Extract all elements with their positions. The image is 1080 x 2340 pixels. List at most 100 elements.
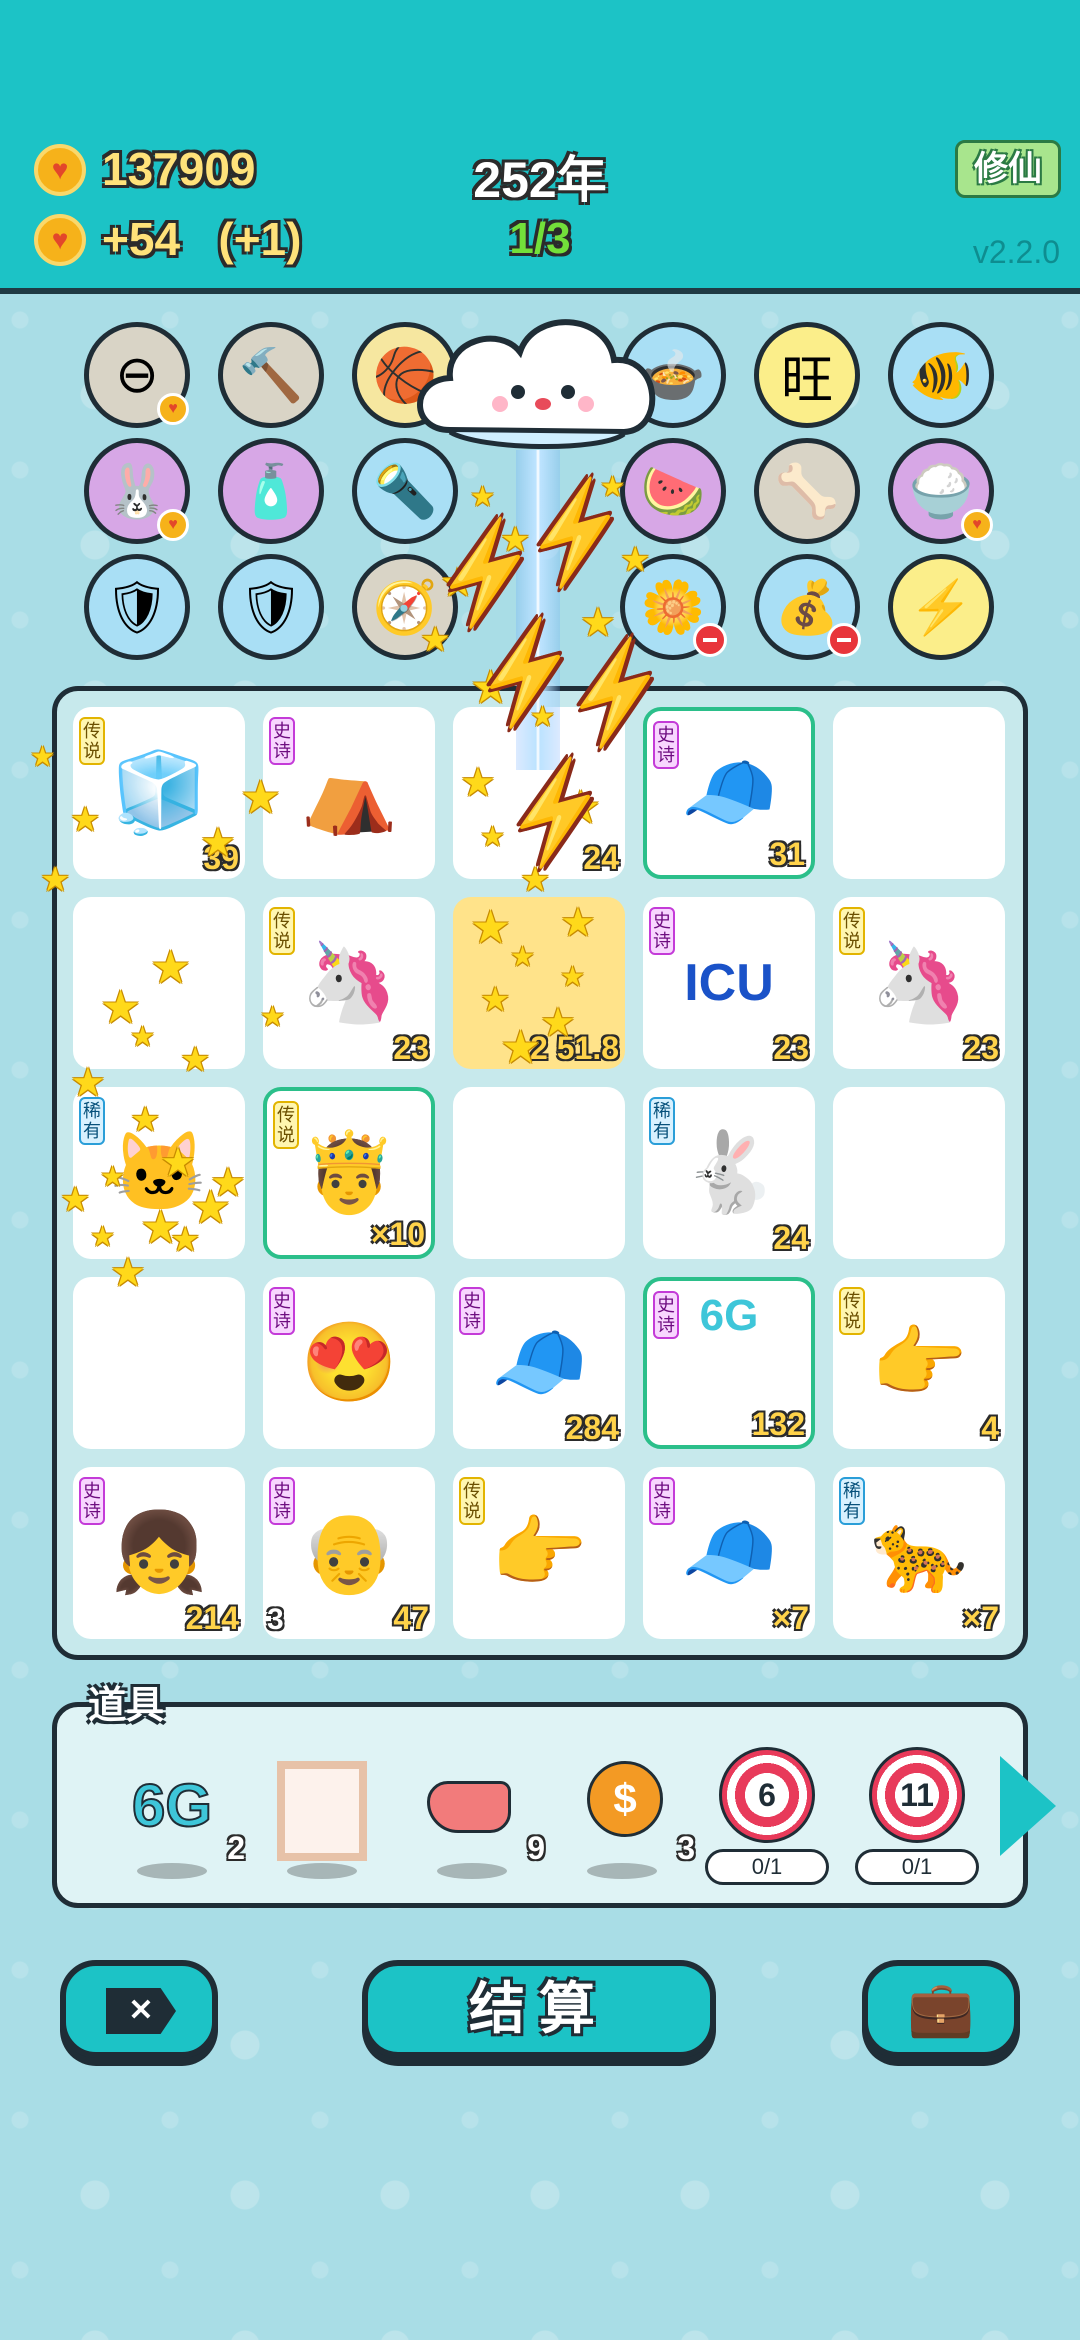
star-particle: ★ <box>150 941 192 993</box>
bag-button[interactable]: 💼 <box>862 1960 1020 2058</box>
rabbit-tent-card[interactable]: ⛺ 史诗 <box>263 707 435 879</box>
minus-icon[interactable]: ⊖ ♥ <box>84 322 190 428</box>
rarity-tag: 史诗 <box>79 1477 105 1525</box>
star-particle: ★ <box>260 1001 286 1032</box>
empty-card[interactable] <box>73 1277 245 1449</box>
star-particle: ★ <box>180 1041 211 1079</box>
star-particle: ★ <box>100 1161 126 1192</box>
heart-badge-icon: ♥ <box>157 393 189 425</box>
cultivate-button[interactable]: 修仙 <box>955 140 1061 198</box>
target-6-prop[interactable]: 6 0/1 <box>705 1747 829 1885</box>
grandpa-card[interactable]: 👴 史诗 47 3 <box>263 1467 435 1639</box>
version-label: v2.2.0 <box>972 234 1060 270</box>
close-button[interactable]: ✕ <box>60 1960 218 2058</box>
fishbowl-icon[interactable]: 🐠 <box>888 322 994 428</box>
close-icon: ✕ <box>106 1988 176 2034</box>
pointing-hand-card[interactable]: 👉 传说 4 <box>833 1277 1005 1449</box>
hammer-icon[interactable]: 🔨 <box>218 322 324 428</box>
prop-shadow <box>137 1863 207 1879</box>
minus-badge-icon <box>827 623 861 657</box>
rabbit-icon[interactable]: 🐰 ♥ <box>84 438 190 544</box>
briefcase-icon: 💼 <box>907 1979 975 2039</box>
star-particle: ★ <box>510 941 536 972</box>
dog-bowl-icon[interactable]: 🦴 <box>754 438 860 544</box>
rarity-tag: 史诗 <box>459 1287 485 1335</box>
star-particle: ★ <box>470 481 496 512</box>
star-particle: ★ <box>130 1101 161 1139</box>
minus-icon-glyph: ⊖ <box>115 346 159 404</box>
frame-prop[interactable] <box>267 1761 377 1881</box>
coin-prop[interactable]: $ 3 <box>567 1761 695 1881</box>
lightning-icon[interactable]: ⚡ <box>888 554 994 660</box>
header-bar: 137909 +54 (+1) 252年 1/3 修仙 v2.2.0 <box>0 0 1080 294</box>
wang-icon[interactable]: 旺 <box>754 322 860 428</box>
unicorn-card[interactable]: 🦄 传说 23 <box>263 897 435 1069</box>
fishbowl-icon-glyph: 🐠 <box>908 346 974 405</box>
empty-card[interactable] <box>453 1087 625 1259</box>
love-face-card[interactable]: 😍 史诗 <box>263 1277 435 1449</box>
card-count: 214 <box>185 1600 239 1636</box>
card-count: 23 <box>963 1030 999 1066</box>
girl-card[interactable]: 👧 史诗 214 <box>73 1467 245 1639</box>
rarity-tag: 传说 <box>273 1101 299 1149</box>
unicorn-card[interactable]: 🦄 传说 23 <box>833 897 1005 1069</box>
rarity-tag: 传说 <box>839 907 865 955</box>
6g-tower-card[interactable]: 6G 史诗 132 <box>643 1277 815 1449</box>
star-particle: ★ <box>200 821 236 865</box>
rarity-tag: 史诗 <box>653 1291 679 1339</box>
prop-quantity: 2 <box>227 1830 245 1866</box>
card-count: 23 <box>773 1030 809 1066</box>
star-particle: ★ <box>210 1161 246 1205</box>
rarity-tag: 史诗 <box>649 907 675 955</box>
star-particle: ★ <box>470 901 512 953</box>
rarity-tag: 史诗 <box>269 717 295 765</box>
6g-icon: 6G <box>131 1771 213 1840</box>
green-cap-man-card[interactable]: 🧢 史诗 ×7 <box>643 1467 815 1639</box>
settle-button[interactable]: 结算 <box>362 1960 716 2058</box>
frame-icon <box>277 1761 367 1861</box>
star-particle: ★ <box>90 1221 116 1252</box>
king-card[interactable]: 🤴 传说 ×10 <box>263 1087 435 1259</box>
coin-balance: 137909 <box>102 143 256 195</box>
rabbit-icon-glyph: 🐰 <box>104 462 170 521</box>
dog-bowl-icon-glyph: 🦴 <box>774 462 840 521</box>
heart-badge-icon: ♥ <box>157 509 189 541</box>
6g-prop[interactable]: 6G 2 <box>117 1761 245 1881</box>
props-panel: 6G 2 9 $ 3 6 0/1 11 0/1 <box>52 1702 1028 1908</box>
empty-card[interactable] <box>833 1087 1005 1259</box>
target-11-prop[interactable]: 11 0/1 <box>855 1747 979 1885</box>
shield-wrench-icon[interactable]: 🛡 <box>218 554 324 660</box>
empty-card[interactable] <box>833 707 1005 879</box>
pump-bottle-icon-glyph: 🧴 <box>238 462 304 521</box>
star-particle: ★ <box>540 1001 576 1045</box>
shield-wrench-icon[interactable]: 🛡 <box>84 554 190 660</box>
pump-bottle-icon[interactable]: 🧴 <box>218 438 324 544</box>
star-particle: ★ <box>480 981 511 1019</box>
leopard-card[interactable]: 🐆 稀有 ×7 <box>833 1467 1005 1639</box>
heart-badge-icon: ♥ <box>961 509 993 541</box>
star-particle: ★ <box>560 901 596 945</box>
scroll-right-arrow-icon[interactable] <box>1000 1756 1056 1856</box>
rabbit-card[interactable]: 🐇 稀有 24 <box>643 1087 815 1259</box>
coin-icon <box>34 144 86 196</box>
year-counter: 252年 <box>473 152 607 208</box>
pointing-hand-card[interactable]: 👉 传说 <box>453 1467 625 1639</box>
rice-bowl-icon[interactable]: 🍚 ♥ <box>888 438 994 544</box>
sack-icon[interactable]: 💰 <box>754 554 861 660</box>
cloud-icon <box>410 300 664 460</box>
card-count: 47 <box>393 1600 429 1636</box>
green-cap-man-card[interactable]: 🧢 史诗 284 <box>453 1277 625 1449</box>
liver-icon <box>427 1781 511 1833</box>
rarity-tag: 传说 <box>459 1477 485 1525</box>
star-particle: ★ <box>240 771 282 823</box>
liver-prop[interactable]: 9 <box>417 1761 545 1881</box>
wang-icon-glyph: 旺 <box>780 351 833 410</box>
icu-card[interactable]: ICU 史诗 23 <box>643 897 815 1069</box>
props-title: 道具 <box>88 1685 165 1727</box>
green-cap-man-card[interactable]: 🧢 史诗 31 <box>643 707 815 879</box>
card-count: 132 <box>751 1406 805 1442</box>
target-icon: 11 <box>869 1747 965 1843</box>
settle-label: 结算 <box>469 1977 609 2040</box>
prop-shadow <box>437 1863 507 1879</box>
star-particle: ★ <box>560 961 586 992</box>
